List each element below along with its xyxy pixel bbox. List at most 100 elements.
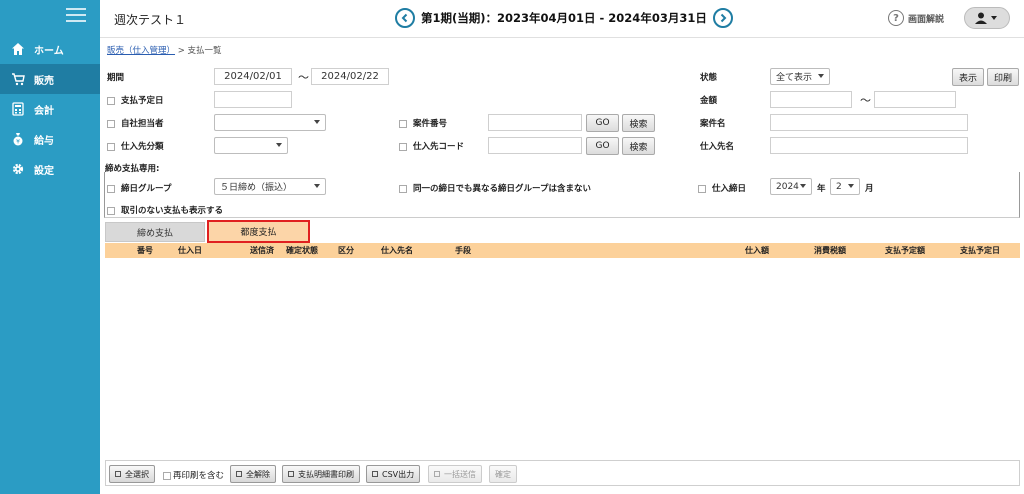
show-no-transaction-checkbox[interactable] — [107, 206, 115, 215]
csv-output-label: CSV出力 — [382, 469, 415, 479]
print-payment-statement-label: 支払明細書印刷 — [298, 469, 354, 479]
calculator-icon — [10, 101, 26, 117]
column-header[interactable]: 番号 — [137, 245, 153, 256]
column-header[interactable]: 仕入額 — [745, 245, 769, 256]
staff-select[interactable] — [214, 114, 326, 131]
closing-group-checkbox[interactable] — [107, 184, 115, 193]
column-header[interactable]: 送信済 — [250, 245, 274, 256]
supplier-code-checkbox[interactable] — [399, 142, 407, 151]
supplier-code-input[interactable] — [488, 137, 582, 154]
supplier-category-filter: 仕入先分類 — [107, 140, 164, 152]
include-reprint-checkbox[interactable] — [163, 471, 171, 480]
sidebar-item-settings[interactable]: 設定 — [0, 154, 100, 184]
pay-due-date-filter: 支払予定日 — [107, 94, 164, 106]
exclude-same-checkbox[interactable] — [399, 184, 407, 193]
column-header[interactable]: 仕入先名 — [381, 245, 413, 256]
checkbox-icon — [115, 471, 121, 477]
column-header[interactable]: 仕入日 — [178, 245, 202, 256]
pay-due-date-checkbox[interactable] — [107, 96, 115, 105]
svg-text:¥: ¥ — [16, 139, 20, 146]
amount-from-input[interactable] — [770, 91, 852, 108]
column-header[interactable]: 区分 — [338, 245, 354, 256]
chevron-down-icon — [314, 120, 320, 124]
sidebar-item-sales[interactable]: 販売 — [0, 64, 100, 94]
hamburger-menu-icon[interactable] — [66, 8, 86, 24]
csv-output-button[interactable]: CSV出力 — [366, 465, 421, 483]
column-header[interactable]: 手段 — [455, 245, 471, 256]
staff-filter: 自社担当者 — [107, 117, 164, 129]
confirm-button[interactable]: 確定 — [489, 465, 517, 483]
staff-checkbox[interactable] — [107, 119, 115, 128]
footer-toolbar: 全選択 再印刷を含む 全解除 支払明細書印刷 CSV出力 一括送信 確定 — [105, 460, 1020, 486]
user-icon — [975, 12, 997, 24]
period-from-input[interactable]: 2024/02/01 — [214, 68, 292, 85]
purchase-close-checkbox[interactable] — [698, 184, 706, 193]
staff-label: 自社担当者 — [121, 119, 164, 129]
purchase-close-filter: 仕入締日 — [698, 182, 746, 194]
closing-group-label: 締日グループ — [121, 184, 172, 194]
money-bag-icon: ¥ — [10, 131, 26, 147]
amount-to-input[interactable] — [874, 91, 956, 108]
print-payment-statement-button[interactable]: 支払明細書印刷 — [282, 465, 360, 483]
chevron-down-icon — [800, 184, 806, 188]
case-name-input[interactable] — [770, 114, 968, 131]
header: 週次テスト１ 第1期(当期)：2023年04月01日 - 2024年03月31日… — [100, 0, 1024, 38]
exclude-same-label: 同一の締日でも異なる締日グループは含まない — [413, 184, 591, 194]
year-value: 2024 — [776, 181, 799, 192]
supplier-code-go-button[interactable]: GO — [586, 137, 619, 155]
clear-all-button[interactable]: 全解除 — [230, 465, 276, 483]
column-header[interactable]: 確定状態 — [286, 245, 318, 256]
prev-period-button[interactable] — [395, 8, 415, 28]
chevron-down-icon — [818, 74, 824, 78]
select-all-label: 全選択 — [125, 469, 149, 479]
display-button[interactable]: 表示 — [952, 68, 984, 86]
column-header[interactable]: 支払予定日 — [960, 245, 1000, 256]
purchase-close-label: 仕入締日 — [712, 184, 747, 194]
case-number-checkbox[interactable] — [399, 119, 407, 128]
help-button[interactable]: ? 画面解説 — [888, 10, 944, 26]
column-header[interactable]: 消費税額 — [814, 245, 846, 256]
sidebar-item-label: ホーム — [34, 45, 64, 57]
case-number-go-button[interactable]: GO — [586, 114, 619, 132]
supplier-category-select[interactable] — [214, 137, 288, 154]
show-no-transaction-filter: 取引のない支払も表示する — [107, 204, 223, 216]
status-select-value: 全て表示 — [776, 73, 813, 83]
bulk-send-button[interactable]: 一括送信 — [428, 465, 482, 483]
breadcrumb-current: 支払一覧 — [187, 46, 222, 56]
sidebar-item-label: 販売 — [34, 75, 54, 87]
column-header[interactable]: 支払予定額 — [885, 245, 925, 256]
pay-due-date-input[interactable] — [214, 91, 292, 108]
app-title: 週次テスト１ — [114, 13, 187, 27]
breadcrumb-parent-link[interactable]: 販売（仕入管理） — [107, 46, 175, 56]
year-unit: 年 — [817, 184, 826, 194]
sidebar-item-payroll[interactable]: ¥ 給与 — [0, 124, 100, 154]
sidebar: ホーム 販売 会計 ¥ 給与 設定 — [0, 0, 100, 494]
breadcrumb: 販売（仕入管理） > 支払一覧 — [107, 44, 222, 56]
supplier-name-input[interactable] — [770, 137, 968, 154]
print-button[interactable]: 印刷 — [987, 68, 1019, 86]
amount-range-separator: 〜 — [860, 94, 871, 107]
sidebar-item-accounting[interactable]: 会計 — [0, 94, 100, 124]
select-all-button[interactable]: 全選択 — [109, 465, 155, 483]
next-period-button[interactable] — [712, 8, 733, 28]
case-number-input[interactable] — [488, 114, 582, 131]
month-select[interactable]: 2 — [830, 178, 860, 195]
status-select[interactable]: 全て表示 — [770, 68, 830, 85]
tab-closing-payment[interactable]: 締め支払 — [105, 222, 205, 242]
year-select[interactable]: 2024 — [770, 178, 812, 195]
month-unit: 月 — [865, 184, 874, 194]
closing-group-select[interactable]: ５日締め（振込） — [214, 178, 326, 195]
period-to-input[interactable]: 2024/02/22 — [311, 68, 389, 85]
period-label: 期間 — [107, 73, 125, 83]
sidebar-item-label: 設定 — [34, 165, 54, 177]
supplier-code-search-button[interactable]: 検索 — [622, 137, 655, 155]
case-number-search-button[interactable]: 検索 — [622, 114, 655, 132]
sidebar-item-home[interactable]: ホーム — [0, 34, 100, 64]
case-number-filter: 案件番号 — [399, 117, 447, 129]
pay-due-date-label: 支払予定日 — [121, 96, 164, 106]
include-reprint-option[interactable]: 再印刷を含む — [163, 469, 224, 481]
user-menu-button[interactable] — [964, 7, 1010, 29]
tab-each-payment[interactable]: 都度支払 — [207, 220, 310, 243]
supplier-category-checkbox[interactable] — [107, 142, 115, 151]
table-header: 番号 仕入日 送信済 確定状態 区分 仕入先名 手段 仕入額 消費税額 支払予定… — [105, 243, 1020, 258]
